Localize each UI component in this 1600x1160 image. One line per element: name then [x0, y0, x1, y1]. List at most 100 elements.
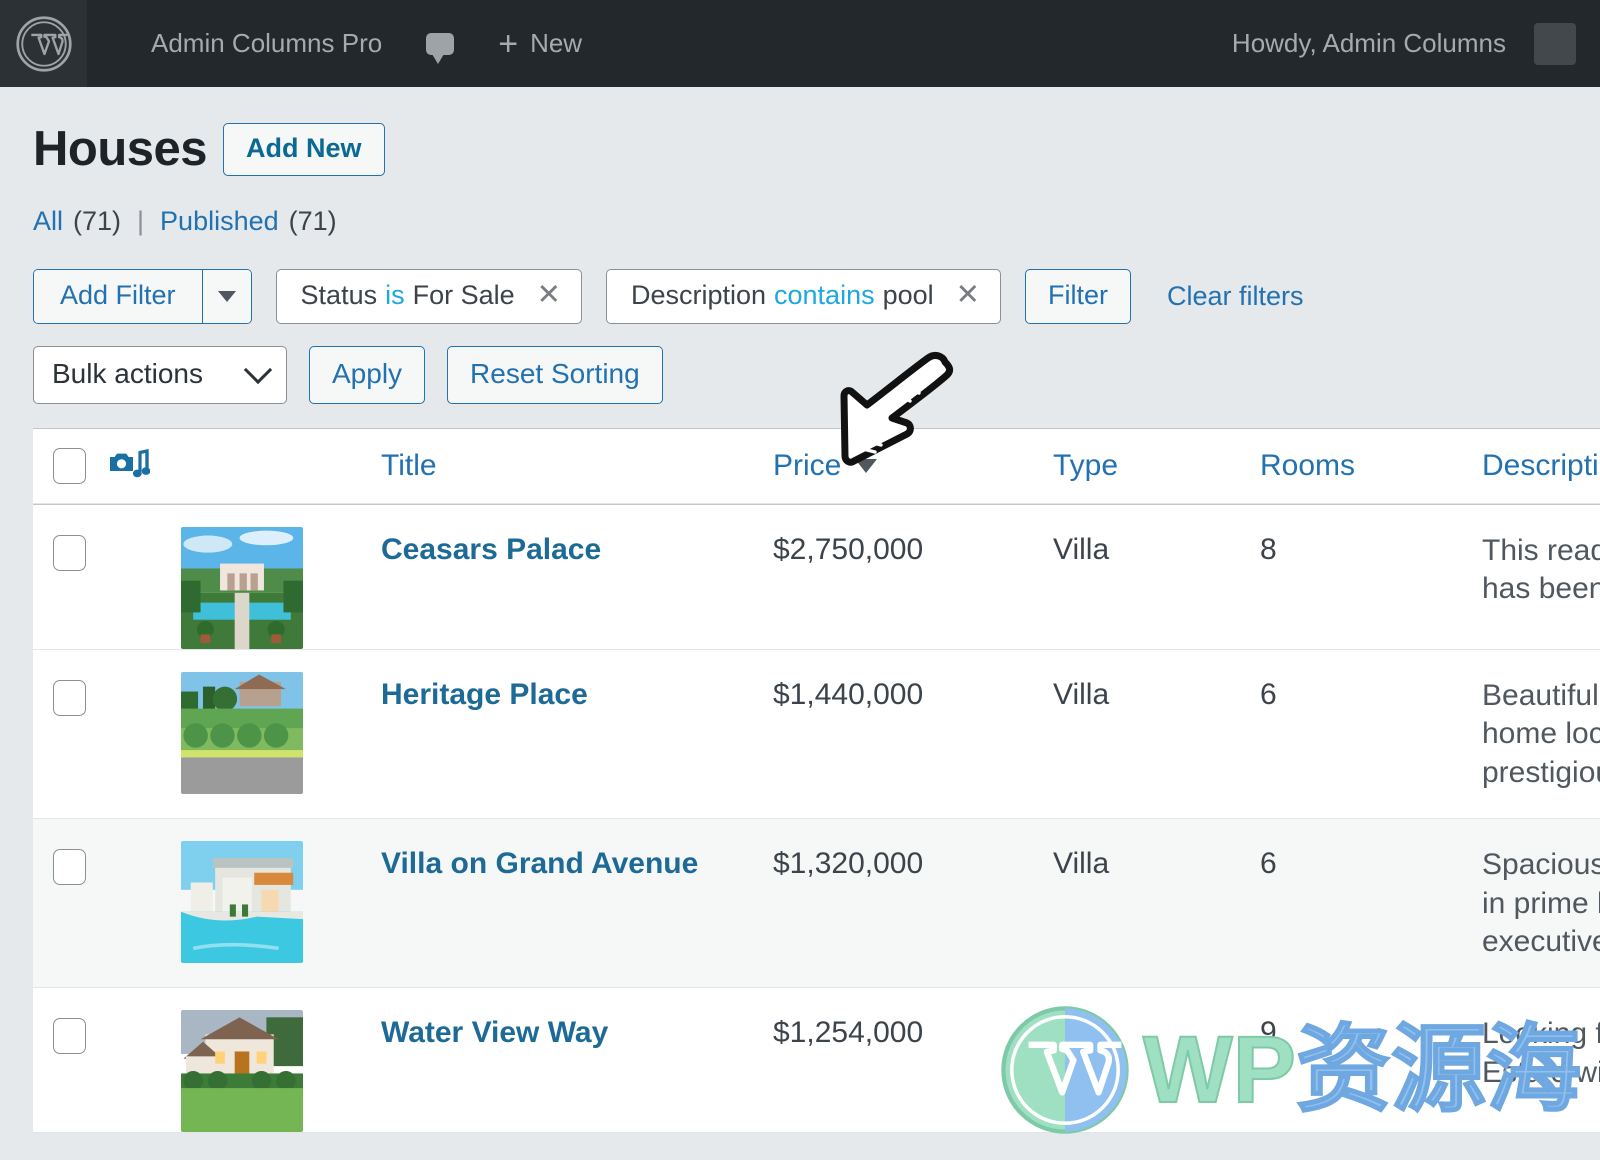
row-price-value: $1,440,000 [773, 678, 924, 711]
row-rooms-cell: 9 [1260, 988, 1482, 1048]
table-row[interactable]: Ceasars Palace $2,750,000 Villa 8 This r… [33, 505, 1600, 650]
row-rooms-cell: 6 [1260, 819, 1482, 879]
row-description-cell: Looking for a Estate with a [1482, 988, 1600, 1118]
site-name-menu[interactable]: Admin Columns Pro [129, 0, 404, 87]
row-description-cell: Spacious and in prime locat executive st… [1482, 819, 1600, 987]
views-separator: | [137, 206, 145, 236]
row-thumbnail-cell [181, 505, 381, 649]
row-title-cell[interactable]: Ceasars Palace [381, 505, 773, 565]
view-all-link[interactable]: All [33, 206, 63, 237]
view-published-link[interactable]: Published [160, 206, 279, 237]
row-description-cell: Beautifully ap home located prestigious … [1482, 650, 1600, 818]
row-checkbox[interactable] [53, 680, 86, 716]
filter-chip-field: Description [630, 280, 767, 310]
row-title-link[interactable]: Villa on Grand Avenue [381, 819, 773, 879]
reset-sorting-button[interactable]: Reset Sorting [447, 346, 663, 404]
row-checkbox[interactable] [53, 1018, 86, 1055]
howdy-account-menu[interactable]: Howdy, Admin Columns [1232, 28, 1534, 59]
row-description-line: home located [1482, 717, 1600, 751]
bulk-actions-select[interactable]: Bulk actions [33, 346, 287, 404]
close-icon[interactable]: ✕ [537, 280, 561, 309]
row-description-line: prestigious ga [1482, 755, 1600, 789]
row-rooms-value: 6 [1260, 847, 1277, 881]
row-title-link[interactable]: Heritage Place [381, 650, 773, 710]
row-thumbnail-cell [181, 988, 381, 1133]
clear-filters-link[interactable]: Clear filters [1167, 281, 1304, 312]
column-header-title[interactable]: Title [381, 451, 773, 481]
select-all-checkbox[interactable] [53, 448, 86, 484]
media-gallery-icon [110, 449, 150, 478]
thumbnail-image [181, 527, 303, 649]
filter-chip-description[interactable]: Description contains pool ✕ [605, 269, 1001, 324]
row-type-cell: Villa [1053, 988, 1260, 1048]
column-header-price-label: Price [773, 449, 842, 482]
apply-button[interactable]: Apply [309, 346, 426, 404]
row-price-value: $2,750,000 [773, 533, 924, 566]
comments-menu[interactable] [404, 0, 476, 87]
table-row[interactable]: Water View Way $1,254,000 Villa 9 Lookin… [33, 988, 1600, 1134]
row-checkbox[interactable] [53, 535, 86, 571]
row-media-cell [106, 819, 181, 841]
add-filter-group: Add Filter [33, 269, 252, 324]
column-header-description[interactable]: Description [1482, 451, 1600, 481]
avatar[interactable] [1534, 22, 1576, 65]
row-checkbox[interactable] [53, 849, 86, 886]
caret-down-icon [217, 291, 236, 302]
row-type-value: Villa [1053, 1016, 1110, 1050]
media-column-header[interactable] [106, 444, 181, 488]
add-filter-button[interactable]: Add Filter [34, 270, 203, 323]
row-title-cell[interactable]: Water View Way [381, 988, 773, 1048]
thumbnail-image [181, 672, 303, 794]
row-title-link[interactable]: Ceasars Palace [381, 505, 773, 565]
wordpress-logo-button[interactable] [0, 0, 87, 87]
row-select-cell [33, 988, 106, 1055]
thumbnail-image [181, 1010, 303, 1133]
close-icon[interactable]: ✕ [956, 280, 980, 309]
filter-chip-status[interactable]: Status is For Sale ✕ [275, 269, 582, 324]
row-description-line: This ready to [1482, 534, 1600, 567]
chevron-down-icon [243, 355, 273, 385]
page-content: Houses Add New All (71) | Published (71)… [0, 87, 1600, 1134]
row-title-cell[interactable]: Heritage Place [381, 650, 773, 710]
row-type-value: Villa [1053, 678, 1110, 711]
column-header-type[interactable]: Type [1053, 451, 1260, 481]
table-row[interactable]: Villa on Grand Avenue $1,320,000 Villa 6… [33, 819, 1600, 989]
row-description-line: executive styl [1482, 924, 1600, 958]
row-media-cell [106, 650, 181, 672]
new-content-menu[interactable]: + New [476, 0, 604, 87]
row-type-cell: Villa [1053, 819, 1260, 879]
row-description-line: in prime locat [1482, 886, 1600, 920]
row-select-cell [33, 505, 106, 571]
row-price-cell: $1,320,000 [773, 819, 1053, 879]
row-select-cell [33, 819, 106, 886]
bulk-actions-bar: Bulk actions Apply Reset Sorting [33, 346, 1600, 404]
row-type-value: Villa [1053, 533, 1110, 566]
select-all-cell [33, 448, 106, 484]
row-title-link[interactable]: Water View Way [381, 988, 773, 1048]
new-label: New [530, 28, 583, 58]
column-header-rooms[interactable]: Rooms [1260, 451, 1482, 481]
filter-chip-value: For Sale [412, 280, 515, 310]
table-row[interactable]: Heritage Place $1,440,000 Villa 6 Beauti… [33, 650, 1600, 820]
add-filter-dropdown-toggle[interactable] [202, 270, 251, 323]
page-title: Houses [33, 122, 208, 176]
page-header: Houses Add New [33, 87, 1600, 176]
filter-chip-field: Status [300, 280, 378, 310]
column-header-price[interactable]: Price [773, 451, 1053, 481]
houses-table: Title Price Type Rooms Description [33, 428, 1600, 1134]
filter-button[interactable]: Filter [1024, 269, 1131, 324]
row-media-cell [106, 505, 181, 527]
row-description-cell: This ready to has been fres [1482, 505, 1600, 649]
row-title-cell[interactable]: Villa on Grand Avenue [381, 819, 773, 879]
add-new-button[interactable]: Add New [223, 123, 385, 176]
row-thumbnail-cell [181, 819, 381, 964]
row-type-cell: Villa [1053, 505, 1260, 565]
row-media-cell [106, 988, 181, 1010]
table-header: Title Price Type Rooms Description [33, 429, 1600, 505]
row-price-value: $1,254,000 [773, 1016, 924, 1050]
row-rooms-cell: 8 [1260, 505, 1482, 565]
filter-chip-operator: contains [774, 280, 875, 310]
row-rooms-value: 8 [1260, 533, 1277, 566]
post-status-views: All (71) | Published (71) [33, 206, 1600, 237]
row-description-line: Looking for a [1482, 1017, 1600, 1051]
